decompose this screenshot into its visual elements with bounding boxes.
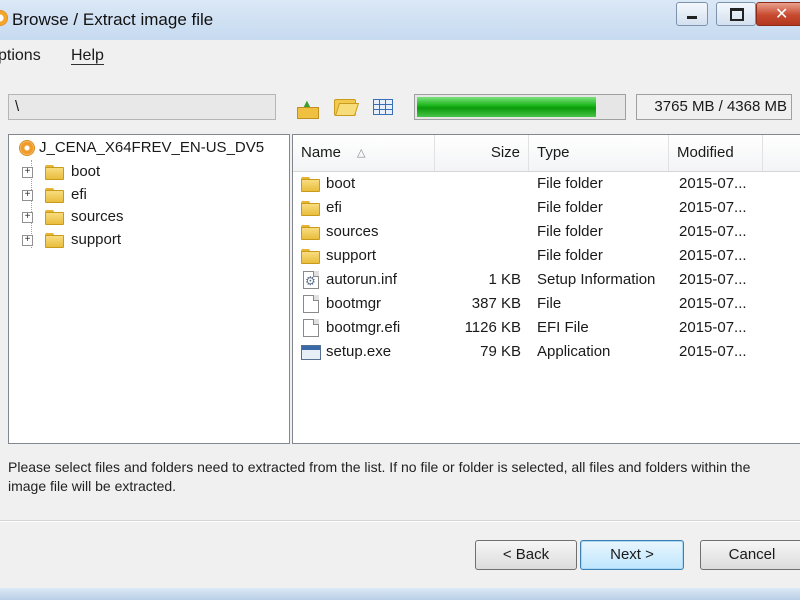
list-header: Name △ Size Type Modified [293,135,800,172]
cell-modified: 2015-07... [679,295,747,312]
list-item[interactable]: bootmgr 387 KB File 2015-07... [293,292,800,316]
list-item[interactable]: autorun.inf 1 KB Setup Information 2015-07.… [293,268,800,293]
usage-progress-bar [414,94,626,120]
disc-icon [19,140,35,156]
open-folder-icon[interactable] [332,94,358,118]
cell-modified: 2015-07... [679,199,747,216]
cell-type: File folder [537,199,603,216]
cell-name: support [326,247,377,264]
cell-size: 1 KB [488,271,521,288]
cell-name: bootmgr.efi [326,319,401,336]
progress-fill [417,97,596,117]
window-title: Browse / Extract image file [12,10,214,29]
folder-icon [45,231,65,248]
column-type[interactable]: Type [529,135,669,171]
folder-icon [45,186,65,203]
cell-type: EFI File [537,319,589,336]
menu-options[interactable]: ptions [0,47,41,65]
file-icon [303,319,319,337]
tree-item-efi[interactable]: efi [71,184,87,206]
folder-tree[interactable]: J_CENA_X64FREV_EN-US_DV5 + boot + efi + sourc… [8,134,290,444]
view-toggle-icon[interactable] [370,94,396,118]
menu-help[interactable]: Help [71,47,104,65]
close-icon: ✕ [775,6,789,23]
list-item[interactable]: support File folder 2015-07... [293,244,800,268]
separator [0,520,800,522]
cell-name: boot [326,175,356,192]
cell-size: 387 KB [471,295,521,312]
list-item[interactable]: sources File folder 2015-07... [293,220,800,244]
cell-name: bootmgr [326,295,382,312]
expand-icon[interactable]: + [22,234,33,246]
settings-file-icon [303,269,319,293]
close-button[interactable]: ✕ [756,2,800,26]
folder-icon [301,223,321,240]
column-modified[interactable]: Modified [669,135,763,171]
menu-bar [0,40,800,72]
cell-modified: 2015-07... [679,175,747,192]
cell-modified: 2015-07... [679,223,747,240]
minimize-button[interactable] [676,2,708,26]
cell-modified: 2015-07... [679,319,747,336]
instruction-text: Please select files and folders need to … [8,459,751,494]
application-icon [301,345,321,360]
cell-name: efi [326,199,342,216]
sort-arrow-icon: △ [357,147,366,159]
up-folder-icon[interactable] [295,94,321,119]
list-item[interactable]: efi File folder 2015-07... [293,196,800,220]
tree-item-sources[interactable]: sources [71,206,124,228]
folder-icon [301,175,321,192]
expand-icon[interactable]: + [22,167,33,178]
cell-modified: 2015-07... [679,247,747,264]
cell-type: File folder [537,175,603,192]
cell-type: Application [537,343,611,360]
folder-icon [45,163,65,180]
column-size[interactable]: Size [435,135,529,171]
tree-root[interactable]: J_CENA_X64FREV_EN-US_DV5 [39,137,264,159]
next-button[interactable]: Next > [580,540,684,570]
cell-modified: 2015-07... [679,271,747,288]
file-list[interactable]: Name △ Size Type Modified boot File folde… [292,134,800,444]
tree-item-boot[interactable]: boot [71,161,100,183]
cell-type: File folder [537,223,603,240]
cell-size: 1126 KB [464,319,521,336]
column-name[interactable]: Name △ [293,135,435,171]
path-field[interactable]: \ [8,94,276,120]
list-item[interactable]: bootmgr.efi 1126 KB EFI File 2015-07... [293,316,800,340]
folder-icon [45,208,65,225]
file-icon [303,295,319,313]
cell-size: 79 KB [480,343,521,360]
cell-name: setup.exe [326,343,392,360]
size-readout: 3765 MB / 4368 MB [636,94,792,120]
folder-icon [301,199,321,216]
cell-modified: 2015-07... [679,343,747,360]
list-item[interactable]: setup.exe 79 KB Application 2015-07... [293,340,800,364]
back-button[interactable]: < Back [475,540,577,570]
folder-icon [301,247,321,264]
cancel-button[interactable]: Cancel [700,540,800,570]
cell-type: Setup Information [537,271,656,288]
expand-icon[interactable]: + [22,189,33,201]
maximize-button[interactable] [716,2,756,26]
cell-type: File folder [537,247,603,264]
window-bottom-edge [0,588,800,600]
tree-item-support[interactable]: support [71,229,121,251]
cell-name: sources [326,223,379,240]
expand-icon[interactable]: + [22,212,33,223]
list-item[interactable]: boot File folder 2015-07... [293,172,800,196]
cell-name: autorun.inf [326,271,397,288]
cell-type: File [537,295,562,312]
